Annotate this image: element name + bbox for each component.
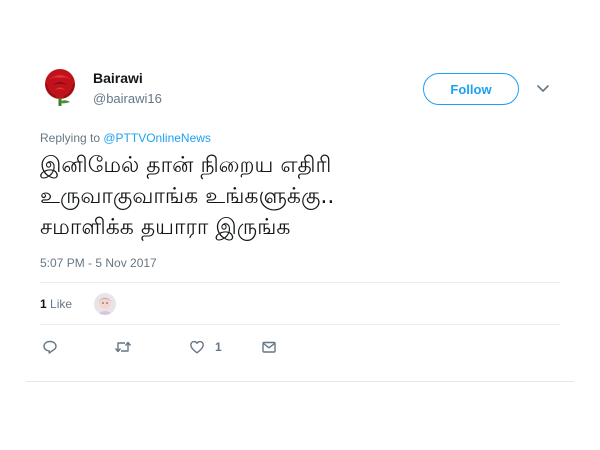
direct-message-button[interactable] <box>261 339 277 355</box>
card-bottom-border <box>26 381 574 382</box>
tweet-line: இனிமேல் தான் நிறைய எதிரி <box>40 153 332 178</box>
reply-mention-link[interactable]: @PTTVOnlineNews <box>103 131 211 145</box>
divider <box>40 282 560 283</box>
tweet-line: உருவாகுவாங்க உங்களுக்கு.. <box>40 184 335 209</box>
retweet-button[interactable] <box>114 339 132 355</box>
reply-icon <box>43 340 57 354</box>
chevron-down-icon <box>537 85 549 92</box>
red-rose-icon <box>40 66 80 106</box>
like-count: 1 <box>215 340 222 354</box>
heart-icon <box>190 340 204 354</box>
follow-button[interactable]: Follow <box>423 73 519 105</box>
tweet-text: இனிமேல் தான் நிறைய எதிரி உருவாகுவாங்க உங… <box>40 150 560 243</box>
avatar[interactable] <box>40 66 80 106</box>
envelope-icon <box>262 341 276 353</box>
likes-count: 1 <box>40 297 47 311</box>
like-button[interactable]: 1 <box>189 339 222 355</box>
retweet-icon <box>114 341 132 353</box>
user-handle[interactable]: @bairawi16 <box>93 91 162 106</box>
likes-summary[interactable]: 1 Like <box>40 297 72 311</box>
likes-label: Like <box>50 297 73 311</box>
tweet-timestamp[interactable]: 5:07 PM - 5 Nov 2017 <box>40 256 157 270</box>
divider <box>40 324 560 325</box>
liker-avatar[interactable] <box>94 293 116 315</box>
reply-context-prefix: Replying to <box>40 131 104 145</box>
display-name[interactable]: Bairawi <box>93 70 143 86</box>
tweet-line: சமாளிக்க தயாரா இருங்க <box>40 215 291 240</box>
reply-button[interactable] <box>42 339 58 355</box>
reply-context: Replying to @PTTVOnlineNews <box>40 131 211 145</box>
more-options-button[interactable] <box>535 82 551 94</box>
liker-avatar-image <box>94 293 116 315</box>
